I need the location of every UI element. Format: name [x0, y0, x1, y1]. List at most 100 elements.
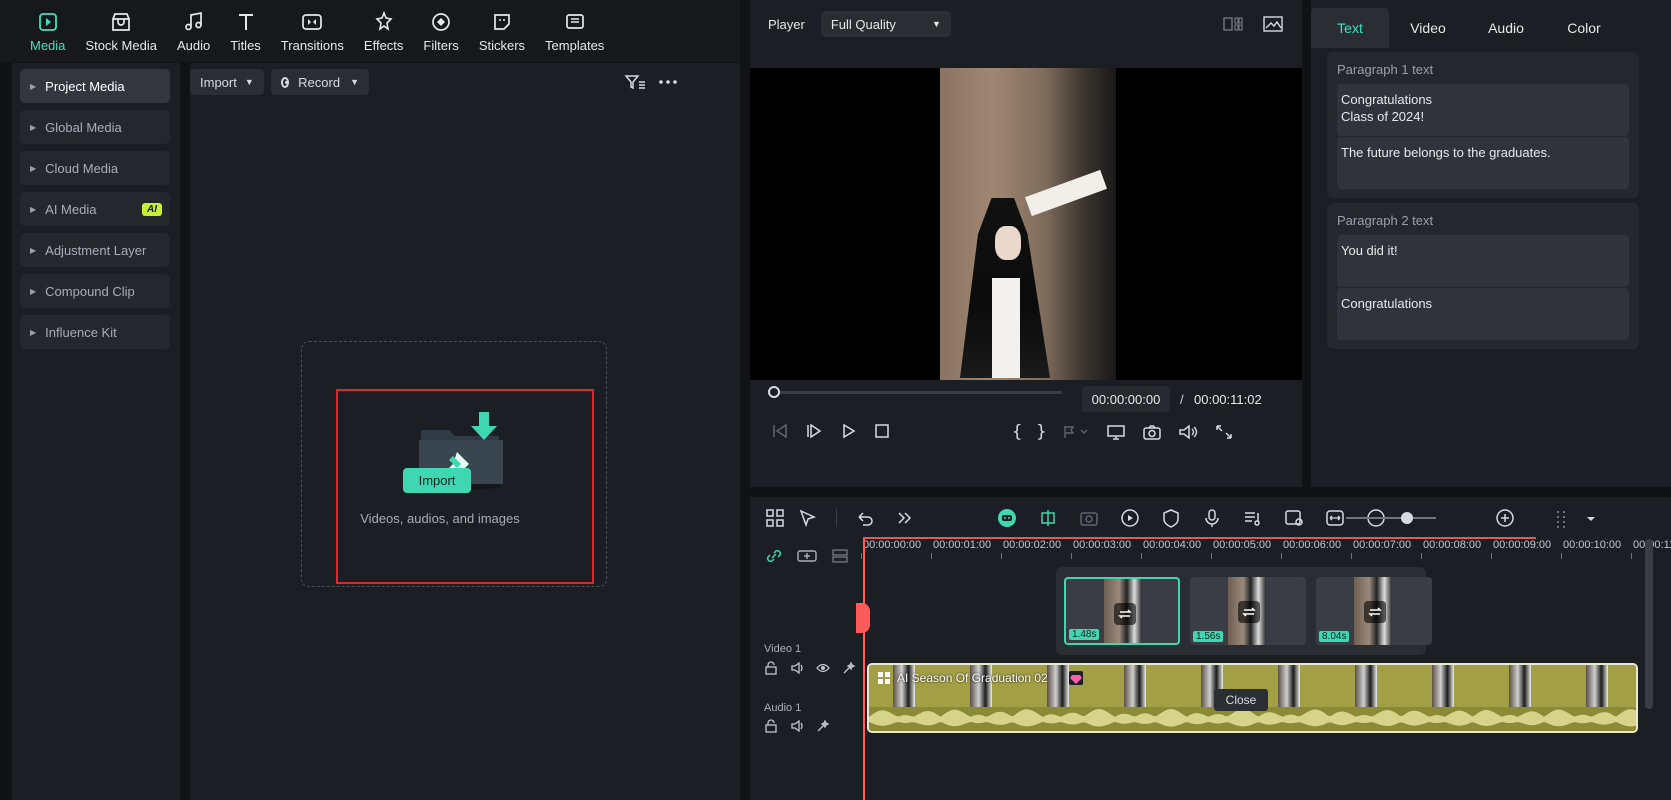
- paragraph-group: Paragraph 1 text Congratulations Class of…: [1327, 52, 1639, 198]
- volume-icon[interactable]: [1177, 423, 1199, 441]
- record-dropdown[interactable]: Record ▼: [271, 69, 369, 95]
- sidebar-item-label: AI Media: [45, 201, 97, 217]
- paragraph-text-field[interactable]: Congratulations Class of 2024!: [1337, 84, 1629, 136]
- ai-robot-icon[interactable]: [996, 507, 1018, 529]
- paragraph-text-field[interactable]: The future belongs to the graduates.: [1337, 137, 1629, 189]
- speed-icon[interactable]: [1119, 507, 1141, 529]
- eye-icon[interactable]: [816, 661, 830, 675]
- record-icon: [281, 76, 290, 88]
- stock-media-icon: [109, 10, 133, 38]
- tab-text[interactable]: Text: [1311, 8, 1389, 48]
- play-icon[interactable]: [838, 422, 858, 440]
- sidebar-item-project-media[interactable]: ▶ Project Media: [20, 69, 170, 103]
- toolbar-titles-button[interactable]: Titles: [220, 0, 271, 62]
- toolbar-templates-button[interactable]: Templates: [535, 0, 614, 62]
- clip-frame-thumbnail: [1562, 665, 1636, 707]
- auto-reframe-icon[interactable]: [1283, 507, 1305, 529]
- sidebar-item-influence-kit[interactable]: ▶ Influence Kit: [20, 315, 170, 349]
- zoom-slider-handle[interactable]: [1401, 512, 1414, 524]
- replace-icon[interactable]: [1364, 601, 1386, 623]
- toolbar-filters-button[interactable]: Filters: [413, 0, 468, 62]
- clip-thumbnail[interactable]: 1.48s: [1064, 577, 1180, 645]
- split-scene-icon[interactable]: [1037, 507, 1059, 529]
- snapshot-icon[interactable]: [1141, 423, 1163, 441]
- progress-track[interactable]: [772, 391, 1062, 394]
- toolbar-label: Transitions: [280, 37, 344, 53]
- select-tool-icon[interactable]: [796, 507, 818, 529]
- progress-handle[interactable]: [768, 386, 780, 398]
- clip-thumbnail[interactable]: 1.56s: [1190, 577, 1306, 645]
- drag-handle-icon[interactable]: [1550, 507, 1572, 529]
- mark-out-icon[interactable]: }: [1036, 422, 1046, 442]
- toolbar-media-button[interactable]: Media: [20, 0, 75, 62]
- previous-frame-icon[interactable]: [770, 422, 790, 440]
- toolbar-stickers-button[interactable]: Stickers: [469, 0, 535, 62]
- replace-icon[interactable]: [1114, 603, 1136, 625]
- settings-dropdown-icon[interactable]: [1580, 507, 1602, 529]
- magic-wand-icon[interactable]: [816, 719, 830, 733]
- sidebar-item-label: Cloud Media: [45, 160, 119, 176]
- mute-icon[interactable]: [790, 661, 804, 675]
- link-icon[interactable]: [764, 547, 784, 565]
- mute-icon[interactable]: [790, 719, 804, 733]
- mark-in-icon[interactable]: {: [1012, 422, 1022, 442]
- display-icon[interactable]: [1105, 423, 1127, 441]
- zoom-in-icon[interactable]: [1494, 507, 1516, 529]
- import-hint: Videos, audios, and images: [360, 511, 520, 526]
- tab-color[interactable]: Color: [1545, 8, 1623, 48]
- paragraph-text-field[interactable]: Congratulations: [1337, 288, 1629, 340]
- quality-dropdown[interactable]: Full Quality ▼: [820, 11, 951, 37]
- fit-timeline-icon[interactable]: [1324, 507, 1346, 529]
- undo-icon[interactable]: [854, 507, 876, 529]
- toolbar-label: Audio: [176, 37, 211, 53]
- zoom-slider[interactable]: [1346, 517, 1436, 519]
- marker-icon[interactable]: [1061, 423, 1091, 441]
- fullscreen-icon[interactable]: [1213, 423, 1235, 441]
- toolbar-audio-button[interactable]: Audio: [167, 0, 220, 62]
- filter-sort-icon[interactable]: [624, 73, 646, 91]
- stop-icon[interactable]: [872, 422, 892, 440]
- toolbar-label: Stock Media: [85, 37, 157, 53]
- tab-audio[interactable]: Audio: [1467, 8, 1545, 48]
- sidebar-item-global-media[interactable]: ▶ Global Media: [20, 110, 170, 144]
- grid-view-icon[interactable]: [1222, 15, 1244, 33]
- lock-icon[interactable]: [764, 661, 778, 675]
- replace-icon[interactable]: [1238, 601, 1260, 623]
- expand-arrow-icon: ▶: [30, 122, 37, 132]
- sidebar-item-cloud-media[interactable]: ▶ Cloud Media: [20, 151, 170, 185]
- import-button[interactable]: Import: [403, 468, 471, 493]
- toolbar-effects-button[interactable]: Effects: [354, 0, 414, 62]
- paragraph-text-field[interactable]: You did it!: [1337, 235, 1629, 287]
- timeline-ruler[interactable]: 00:00:00:00 00:00:01:00 00:00:02:00 00:00:0…: [861, 539, 1671, 561]
- clip-thumbnail[interactable]: 8.04s: [1316, 577, 1432, 645]
- toolbar-stock-media-button[interactable]: Stock Media: [75, 0, 167, 62]
- tab-video[interactable]: Video: [1389, 8, 1467, 48]
- sidebar-item-compound-clip[interactable]: ▶ Compound Clip: [20, 274, 170, 308]
- video-preview[interactable]: [750, 68, 1302, 380]
- more-options-icon[interactable]: [658, 73, 678, 91]
- lock-icon[interactable]: [764, 719, 778, 733]
- audio-mix-icon[interactable]: [1242, 507, 1264, 529]
- microphone-icon[interactable]: [1201, 507, 1223, 529]
- playhead-handle[interactable]: [856, 603, 870, 633]
- sidebar-item-ai-media[interactable]: ▶ AI Media AI: [20, 192, 170, 226]
- more-tools-icon[interactable]: [894, 507, 916, 529]
- sidebar-item-adjustment-layer[interactable]: ▶ Adjustment Layer: [20, 233, 170, 267]
- magic-wand-icon[interactable]: [842, 661, 856, 675]
- next-frame-icon[interactable]: [804, 422, 824, 440]
- track-manager-icon[interactable]: [830, 547, 850, 565]
- import-dropdown[interactable]: Import ▼: [190, 69, 264, 95]
- playhead[interactable]: [863, 539, 865, 800]
- video-clip[interactable]: AI Season Of Graduation 02 Close: [867, 663, 1638, 733]
- image-view-icon[interactable]: [1262, 15, 1284, 33]
- clip-frame-thumbnail: [1100, 665, 1177, 707]
- camera-effect-icon[interactable]: [1078, 507, 1100, 529]
- vertical-scrollbar[interactable]: [1645, 539, 1653, 709]
- clip-frame-thumbnail: [1485, 665, 1562, 707]
- close-tooltip[interactable]: Close: [1214, 689, 1268, 711]
- add-track-icon[interactable]: [796, 547, 818, 565]
- shield-icon[interactable]: [1160, 507, 1182, 529]
- toolbar-transitions-button[interactable]: Transitions: [271, 0, 354, 62]
- ruler-tick: 00:00:09:00: [1491, 539, 1551, 559]
- layout-icon[interactable]: [764, 507, 786, 529]
